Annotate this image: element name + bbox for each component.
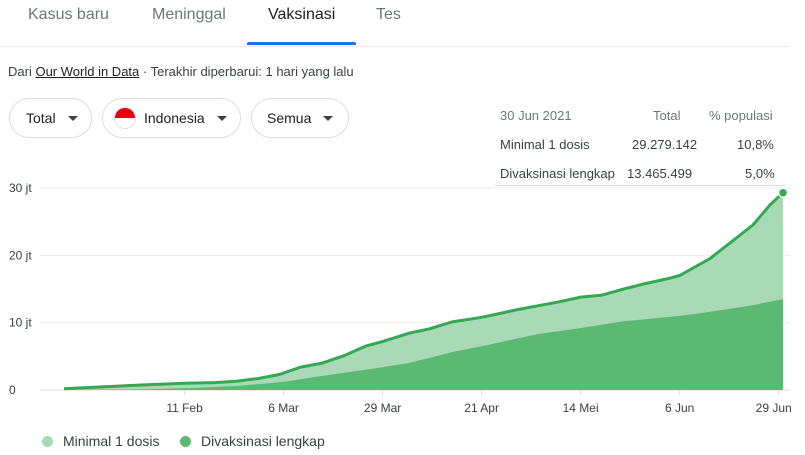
x-tick-label: 21 Apr <box>464 401 499 415</box>
legend-item-fully-vaccinated: Divaksinasi lengkap <box>180 433 325 449</box>
hover-point <box>777 187 789 198</box>
x-axis-ticks: 11 Feb 6 Mar 29 Mar 21 Apr 14 Mei 6 Jun 29 Jun <box>166 401 791 415</box>
y-tick-label: 0 <box>9 383 16 397</box>
legend-swatch <box>180 435 191 447</box>
legend-label: Divaksinasi lengkap <box>201 433 325 449</box>
y-axis-ticks: 0 10 jt 20 jt 30 jt <box>9 181 32 397</box>
x-tick-label: 14 Mei <box>563 401 599 415</box>
legend-label: Minimal 1 dosis <box>63 433 160 449</box>
legend-item-first-dose: Minimal 1 dosis <box>42 433 159 449</box>
chart-areas <box>63 187 789 391</box>
vaccination-chart: 0 10 jt 20 jt 30 jt 11 Feb 6 Mar 29 Mar 21 Apr… <box>9 181 792 415</box>
legend-swatch <box>42 435 53 447</box>
x-tick-label: 29 Mar <box>364 401 401 415</box>
x-tick-label: 29 Jun <box>756 401 792 415</box>
y-tick-label: 10 jt <box>9 316 32 330</box>
x-tick-label: 6 Jun <box>665 401 694 415</box>
x-tick-label: 6 Mar <box>268 401 299 415</box>
y-tick-label: 20 jt <box>9 248 32 262</box>
x-tick-label: 11 Feb <box>166 401 203 415</box>
y-tick-label: 30 jt <box>9 181 32 195</box>
